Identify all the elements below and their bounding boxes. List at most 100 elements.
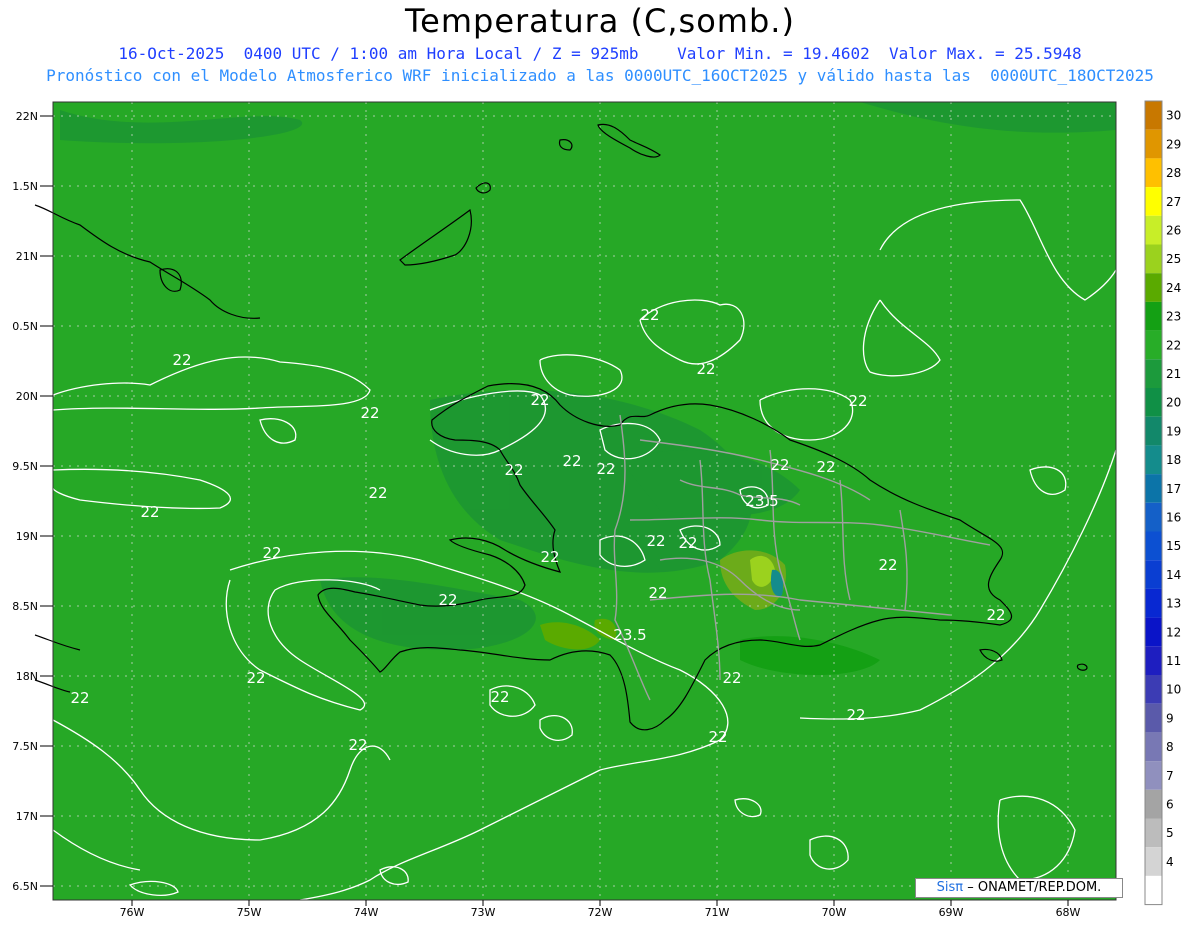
colorbar-swatch xyxy=(1145,416,1162,446)
map-title: Temperatura (C,somb.) xyxy=(405,2,795,40)
contour-label: 22 xyxy=(438,591,457,609)
lon-label: 71W xyxy=(705,906,730,919)
colorbar-swatch xyxy=(1145,875,1162,905)
contour-label: 22 xyxy=(140,503,159,521)
colorbar-label: 25 xyxy=(1166,252,1181,266)
contour-label: 23.5 xyxy=(745,492,778,510)
contour-label: 22 xyxy=(708,728,727,746)
colorbar-label: 19 xyxy=(1166,424,1181,438)
lat-label: 18N xyxy=(16,670,38,683)
contour-label: 22 xyxy=(262,544,281,562)
colorbar-swatch xyxy=(1145,617,1162,647)
colorbar-label: 4 xyxy=(1166,855,1174,869)
colorbar-swatch xyxy=(1145,588,1162,618)
temperature-map: 22 22 22 22 22 22 22 22 22 22 22 22 22 22 22 22 22 22 22 22… xyxy=(12,100,1181,919)
contour-label: 22 xyxy=(770,456,789,474)
colorbar-label: 26 xyxy=(1166,224,1181,238)
colorbar-swatch xyxy=(1145,301,1162,331)
lat-label: 9.5N xyxy=(12,460,38,473)
contour-label: 22 xyxy=(540,548,559,566)
colorbar-label: 23 xyxy=(1166,310,1181,324)
colorbar-swatch xyxy=(1145,732,1162,762)
lat-label: 17N xyxy=(16,810,38,823)
colorbar-label: 14 xyxy=(1166,568,1181,582)
colorbar-swatch xyxy=(1145,330,1162,360)
colorbar-label: 30 xyxy=(1166,109,1181,123)
colorbar-label: 8 xyxy=(1166,740,1174,754)
lon-label: 69W xyxy=(939,906,964,919)
colorbar-label: 12 xyxy=(1166,625,1181,639)
lat-label: 6.5N xyxy=(12,880,38,893)
colorbar-swatch xyxy=(1145,359,1162,388)
colorbar-label: 10 xyxy=(1166,683,1181,697)
colorbar-swatch xyxy=(1145,187,1162,216)
colorbar-label: 17 xyxy=(1166,482,1181,496)
subtitle-date-stats: 16-Oct-2025 0400 UTC / 1:00 am Hora Loca… xyxy=(118,44,1082,63)
contour-label: 22 xyxy=(348,736,367,754)
lon-label: 73W xyxy=(471,906,496,919)
colorbar: 30 29 28 27 26 25 24 23 22 21 20 19 18 17 16 15 14 13 12 11… xyxy=(1144,100,1181,906)
contour-label: 22 xyxy=(504,461,523,479)
credit-box: Sisπ – ONAMET/REP.DOM. xyxy=(915,878,1123,898)
contour-label: 22 xyxy=(722,669,741,687)
contour-label: 22 xyxy=(678,534,697,552)
contour-label: 23.5 xyxy=(613,626,646,644)
contour-label: 22 xyxy=(848,392,867,410)
colorbar-label: 13 xyxy=(1166,597,1181,611)
colorbar-swatch xyxy=(1145,215,1162,245)
contour-label: 22 xyxy=(490,688,509,706)
colorbar-label: 27 xyxy=(1166,195,1181,209)
contour-label: 22 xyxy=(360,404,379,422)
lat-label: 1.5N xyxy=(12,180,38,193)
lon-label: 75W xyxy=(237,906,262,919)
colorbar-swatch xyxy=(1145,502,1162,532)
contour-label: 22 xyxy=(70,689,89,707)
colorbar-swatch xyxy=(1145,703,1162,733)
colorbar-swatch xyxy=(1145,847,1162,876)
contour-label: 22 xyxy=(648,584,667,602)
contour-label: 22 xyxy=(640,306,659,324)
lon-label: 76W xyxy=(120,906,145,919)
contour-label: 22 xyxy=(596,460,615,478)
longitude-labels: 76W 75W 74W 73W 72W 71W 70W 69W 68W xyxy=(120,900,1081,919)
colorbar-swatch xyxy=(1145,244,1162,274)
lon-label: 68W xyxy=(1056,906,1081,919)
contour-label: 22 xyxy=(246,669,265,687)
colorbar-swatch xyxy=(1145,273,1162,302)
lat-label: 22N xyxy=(16,110,38,123)
latitude-labels: 22N 1.5N 21N 0.5N 20N 9.5N 19N 8.5N 18N 7.5N 17N 6.… xyxy=(12,110,53,893)
contour-label: 22 xyxy=(368,484,387,502)
colorbar-label: 9 xyxy=(1166,711,1174,725)
contour-label: 22 xyxy=(646,532,665,550)
colorbar-label: 16 xyxy=(1166,511,1181,525)
colorbar-swatch xyxy=(1145,388,1162,417)
credit-text: – ONAMET/REP.DOM. xyxy=(967,880,1102,895)
contour-label: 22 xyxy=(846,706,865,724)
colorbar-label: 18 xyxy=(1166,453,1181,467)
colorbar-label: 22 xyxy=(1166,338,1181,352)
colorbar-swatch xyxy=(1145,789,1162,819)
lon-label: 70W xyxy=(822,906,847,919)
lat-label: 8.5N xyxy=(12,600,38,613)
colorbar-label: 21 xyxy=(1166,367,1181,381)
contour-label: 22 xyxy=(816,458,835,476)
colorbar-swatch xyxy=(1145,474,1162,503)
contour-label: 22 xyxy=(878,556,897,574)
colorbar-label: 20 xyxy=(1166,396,1181,410)
colorbar-label: 11 xyxy=(1166,654,1181,668)
colorbar-label: 29 xyxy=(1166,137,1181,151)
lon-label: 74W xyxy=(354,906,379,919)
colorbar-swatch xyxy=(1145,646,1162,675)
colorbar-label: 15 xyxy=(1166,539,1181,553)
colorbar-label: 5 xyxy=(1166,826,1174,840)
colorbar-swatch xyxy=(1145,158,1162,188)
colorbar-label: 28 xyxy=(1166,166,1181,180)
colorbar-swatch xyxy=(1145,761,1162,790)
colorbar-swatch xyxy=(1145,129,1162,159)
lat-label: 19N xyxy=(16,530,38,543)
colorbar-swatch xyxy=(1145,560,1162,589)
colorbar-swatch xyxy=(1145,675,1162,704)
lon-label: 72W xyxy=(588,906,613,919)
colorbar-label: 6 xyxy=(1166,798,1174,812)
contour-label: 22 xyxy=(986,606,1005,624)
